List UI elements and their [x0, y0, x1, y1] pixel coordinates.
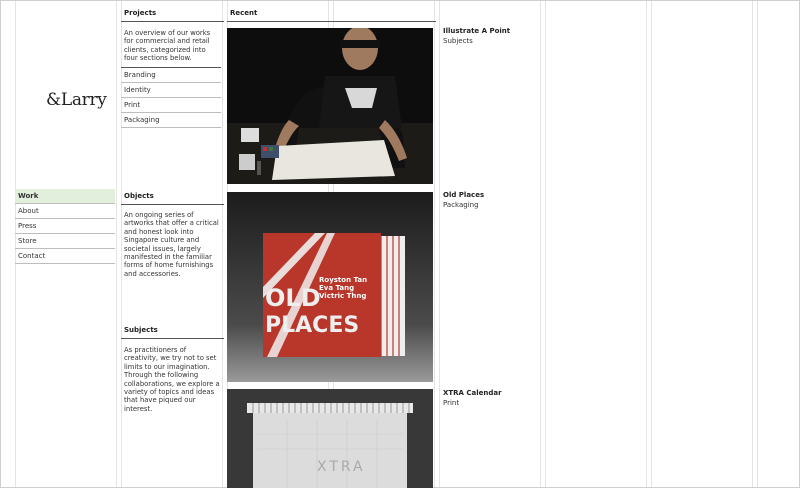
work-category-illustrate-a-point[interactable]: Subjects [443, 37, 473, 45]
illustrate-a-point-image[interactable] [227, 28, 433, 184]
work-category-old-places[interactable]: Packaging [443, 201, 479, 209]
nav-item-contact[interactable]: Contact [15, 249, 115, 264]
objects-heading[interactable]: Objects [121, 189, 224, 205]
category-identity[interactable]: Identity [121, 83, 221, 98]
project-categories: Branding Identity Print Packaging [121, 67, 221, 128]
old-places-cover-title-line1: OLD [265, 284, 321, 312]
old-places-cover-credit-1: Royston Tan [319, 276, 367, 284]
recent-heading: Recent [227, 6, 436, 22]
xtra-calendar-photo: XTRA [227, 389, 433, 488]
main-nav: Work About Press Store Contact [15, 189, 115, 264]
work-category-xtra-calendar[interactable]: Print [443, 399, 459, 407]
nav-item-store[interactable]: Store [15, 234, 115, 249]
work-title-old-places[interactable]: Old Places [443, 191, 484, 199]
nav-item-work[interactable]: Work [15, 189, 115, 204]
category-packaging[interactable]: Packaging [121, 113, 221, 128]
subjects-heading[interactable]: Subjects [121, 323, 224, 339]
projects-heading[interactable]: Projects [121, 6, 224, 22]
xtra-calendar-image[interactable]: XTRA [227, 389, 433, 488]
subjects-description: As practitioners of creativity, we try n… [124, 346, 220, 413]
category-branding[interactable]: Branding [121, 68, 221, 83]
blindfolded-artist-photo [227, 28, 433, 184]
category-print[interactable]: Print [121, 98, 221, 113]
xtra-cover-text: XTRA [317, 459, 366, 475]
projects-description: An overview of our works for commercial … [124, 29, 211, 63]
logo[interactable]: &Larry [46, 90, 107, 110]
old-places-cover-credit-3: Victric Thng [319, 292, 366, 300]
objects-description: An ongoing series of artworks that offer… [124, 211, 219, 278]
old-places-image[interactable]: Royston Tan Eva Tang Victric Thng OLD PL… [227, 192, 433, 382]
old-places-cover-title-line2: PLACES [265, 313, 359, 338]
old-places-cover-credit-2: Eva Tang [319, 284, 354, 292]
nav-item-about[interactable]: About [15, 204, 115, 219]
nav-item-press[interactable]: Press [15, 219, 115, 234]
work-title-illustrate-a-point[interactable]: Illustrate A Point [443, 27, 510, 35]
work-title-xtra-calendar[interactable]: XTRA Calendar [443, 389, 502, 397]
old-places-book-photo: Royston Tan Eva Tang Victric Thng OLD PL… [227, 192, 433, 382]
